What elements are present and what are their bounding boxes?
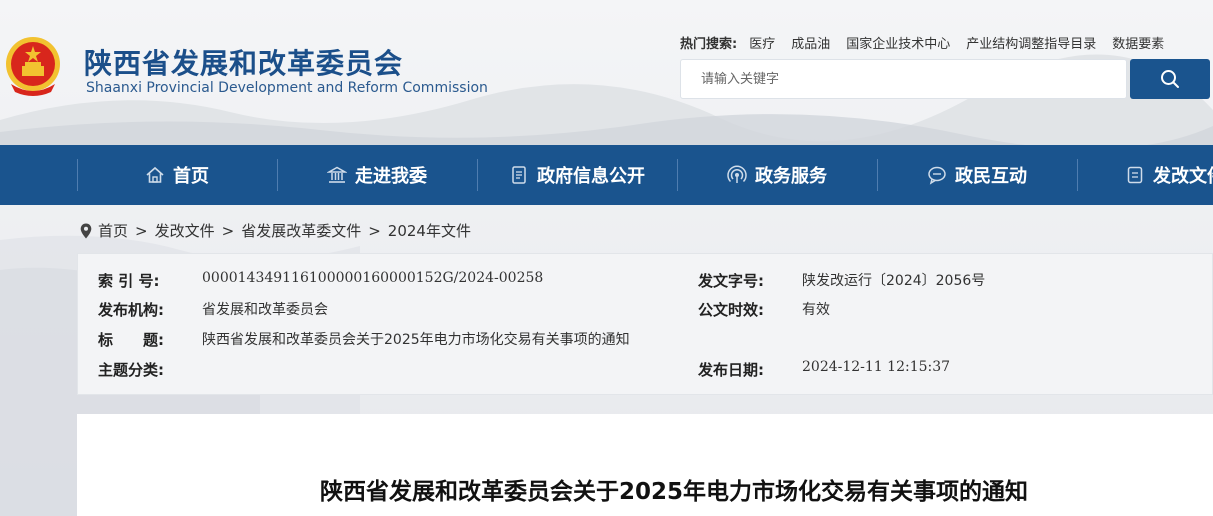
nav-item-label: 政务服务 bbox=[755, 166, 827, 187]
location-pin-icon bbox=[80, 223, 92, 238]
search-input[interactable] bbox=[681, 60, 1126, 98]
index-label: 索 引 号: bbox=[98, 272, 160, 290]
nav-item-interaction[interactable]: 政民互动 bbox=[877, 145, 1077, 205]
publish-date-label: 发布日期: bbox=[698, 361, 764, 379]
broadcast-icon bbox=[727, 165, 747, 183]
file-icon bbox=[1127, 166, 1143, 184]
breadcrumb: 首页 > 发改文件 > 省发展改革委文件 > 2024年文件 bbox=[80, 220, 471, 241]
search-button[interactable] bbox=[1130, 59, 1210, 99]
nav-item-about[interactable]: 走进我委 bbox=[277, 145, 477, 205]
hot-search-link[interactable]: 成品油 bbox=[791, 33, 830, 52]
breadcrumb-separator: > bbox=[135, 221, 148, 240]
breadcrumb-item-2024-docs[interactable]: 2024年文件 bbox=[388, 220, 471, 241]
topic-label: 主题分类: bbox=[98, 361, 164, 379]
site-header: 陕西省发展和改革委员会 Shaanxi Provincial Developme… bbox=[0, 0, 1213, 145]
breadcrumb-item-documents[interactable]: 发改文件 bbox=[155, 220, 215, 241]
main-nav: 首页 走进我委 政府信息公开 政务服务 政民互动 发改文 bbox=[0, 145, 1213, 205]
doc-number-label: 发文字号: bbox=[698, 272, 764, 290]
site-title[interactable]: 陕西省发展和改革委员会 bbox=[84, 42, 403, 82]
hot-search-link[interactable]: 产业结构调整指导目录 bbox=[966, 33, 1096, 52]
breadcrumb-separator: > bbox=[221, 221, 235, 240]
chat-icon bbox=[928, 166, 946, 185]
national-emblem-icon[interactable] bbox=[3, 34, 63, 98]
index-value: 000014349116100000160000152G/2024-00258 bbox=[202, 270, 544, 286]
title-value: 陕西省发展和改革委员会关于2025年电力市场化交易有关事项的通知 bbox=[202, 332, 630, 348]
doc-number-value: 陕发改运行〔2024〕2056号 bbox=[802, 273, 986, 289]
meta-row: 主题分类: 发布日期: 2024-12-11 12:15:37 bbox=[78, 359, 1212, 379]
nav-item-label: 首页 bbox=[173, 166, 209, 187]
hot-search-label: 热门搜索: bbox=[680, 37, 738, 52]
publish-date-value: 2024-12-11 12:15:37 bbox=[802, 359, 951, 375]
meta-row: 发布机构: 省发展和改革委员会 公文时效: 有效 bbox=[78, 299, 1212, 319]
title-label: 标 题: bbox=[98, 331, 164, 349]
home-icon bbox=[146, 166, 164, 183]
breadcrumb-item-home[interactable]: 首页 bbox=[98, 220, 128, 241]
site-subtitle: Shaanxi Provincial Development and Refor… bbox=[86, 80, 488, 96]
document-title: 陕西省发展和改革委员会关于2025年电力市场化交易有关事项的通知 bbox=[319, 479, 1028, 505]
nav-item-home[interactable]: 首页 bbox=[77, 145, 277, 205]
building-icon bbox=[327, 166, 347, 183]
meta-row: 标 题: 陕西省发展和改革委员会关于2025年电力市场化交易有关事项的通知 bbox=[78, 329, 1212, 349]
publisher-value: 省发展和改革委员会 bbox=[202, 302, 328, 318]
document-meta-panel: 索 引 号: 000014349116100000160000152G/2024… bbox=[77, 253, 1213, 395]
nav-item-label: 政府信息公开 bbox=[537, 166, 645, 187]
document-icon bbox=[512, 166, 526, 184]
breadcrumb-separator: > bbox=[368, 221, 381, 240]
nav-item-label: 走进我委 bbox=[355, 166, 427, 187]
document-content: 陕西省发展和改革委员会关于2025年电力市场化交易有关事项的通知 bbox=[77, 414, 1213, 516]
hot-search-link[interactable]: 医疗 bbox=[749, 33, 775, 52]
hot-search-bar: 热门搜索: 医疗 成品油 国家企业技术中心 产业结构调整指导目录 数据要素 bbox=[680, 33, 1180, 52]
nav-item-services[interactable]: 政务服务 bbox=[677, 145, 877, 205]
publisher-label: 发布机构: bbox=[98, 301, 164, 319]
search-icon bbox=[1161, 70, 1179, 88]
validity-label: 公文时效: bbox=[698, 301, 764, 319]
search-box bbox=[680, 59, 1127, 99]
nav-item-gov-info[interactable]: 政府信息公开 bbox=[477, 145, 677, 205]
nav-item-label: 政民互动 bbox=[955, 166, 1027, 187]
nav-item-label: 发改文件 bbox=[1153, 166, 1213, 187]
meta-row: 索 引 号: 000014349116100000160000152G/2024… bbox=[78, 270, 1212, 290]
hot-search-link[interactable]: 数据要素 bbox=[1112, 33, 1164, 52]
validity-value: 有效 bbox=[802, 302, 830, 318]
breadcrumb-item-commission-docs[interactable]: 省发展改革委文件 bbox=[241, 220, 361, 241]
nav-item-documents[interactable]: 发改文件 bbox=[1077, 145, 1213, 205]
hot-search-link[interactable]: 国家企业技术中心 bbox=[846, 33, 950, 52]
